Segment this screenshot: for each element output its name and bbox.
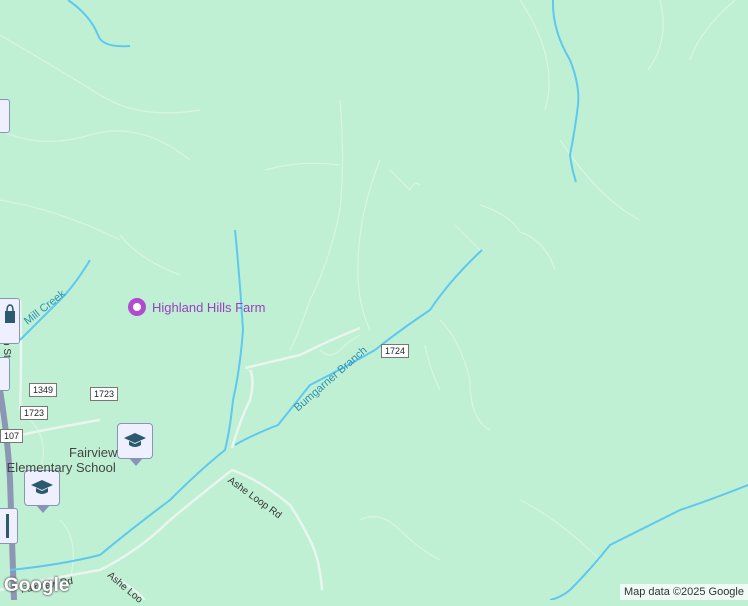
route-shield-1349: 1349 [29,383,58,397]
camera-icon[interactable] [128,298,146,316]
edge-marker-4[interactable] [0,508,18,544]
route-shield-1724: 1724 [381,344,410,358]
school-label-line1: Fairview [69,445,118,460]
graduation-cap-icon-2 [31,480,53,494]
google-logo: Google [4,575,70,596]
route-shield-1723: 1723 [90,387,119,401]
route-shield-107: 107 [0,429,24,443]
school-label[interactable]: Fairview Elementary School [5,445,118,475]
map-canvas[interactable] [0,0,748,600]
school-marker-2[interactable] [24,470,60,513]
edge-marker-3[interactable] [0,357,10,391]
route-shield-1723-b: 1723 [20,406,49,420]
map-attribution[interactable]: Map data ©2025 Google [619,584,748,600]
school-label-line2: Elementary School [6,460,116,475]
shopping-bag-icon [5,304,15,323]
graduation-cap-icon [124,433,146,447]
edge-marker-1[interactable] [0,99,10,133]
edge-marker-2[interactable] [0,298,20,344]
poi-label[interactable]: Highland Hills Farm [152,300,265,315]
restaurant-icon [6,514,9,538]
school-marker[interactable] [117,423,153,466]
